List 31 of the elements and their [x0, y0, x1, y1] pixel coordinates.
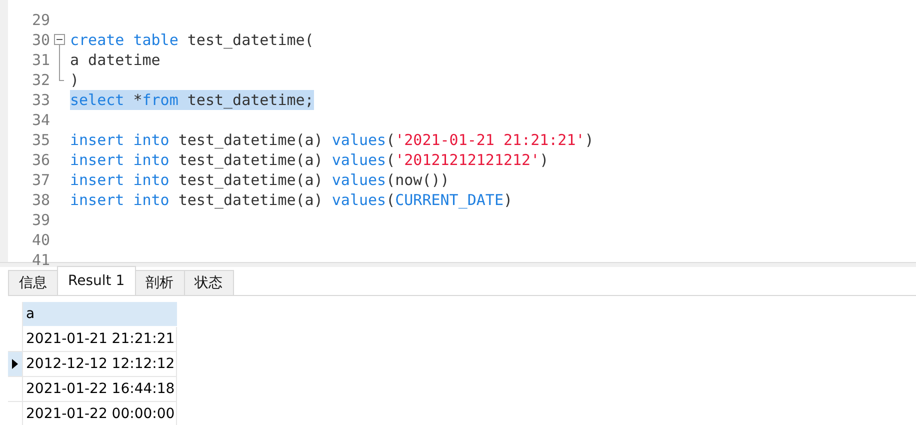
line-number: 38	[30, 191, 50, 209]
code-line: )	[70, 70, 80, 90]
table-cell: 2021-01-22 16:44:18	[23, 377, 177, 402]
line-number: 33	[30, 91, 50, 109]
fold-end	[59, 70, 65, 81]
result-tab[interactable]: 剖析	[134, 270, 185, 295]
line-number: 34	[30, 111, 50, 129]
line-number: 29	[30, 11, 50, 29]
line-number: 30	[30, 31, 50, 49]
table-cell: 2012-12-12 12:12:12	[23, 352, 177, 377]
line-number: 35	[30, 131, 50, 149]
code-line: insert into test_datetime(a) values(now())	[70, 170, 450, 190]
code-line: insert into test_datetime(a) values('2021-01-21 21:21:21')	[70, 130, 594, 150]
result-tab[interactable]: 信息	[8, 270, 58, 295]
line-number: 40	[30, 231, 50, 249]
line-number: 37	[30, 171, 50, 189]
code-line: insert into test_datetime(a) values(CURRENT_DATE)	[70, 190, 513, 210]
line-number: 39	[30, 211, 50, 229]
line-number: 32	[30, 71, 50, 89]
code-line: insert into test_datetime(a) values('20121212121212')	[70, 150, 549, 170]
code-line: a datetime	[70, 50, 160, 70]
line-number: 36	[30, 151, 50, 169]
row-indicator[interactable]	[8, 352, 23, 377]
line-number: 31	[30, 51, 50, 69]
line-number: 41	[30, 251, 50, 269]
code-line: create table test_datetime(	[70, 30, 314, 50]
table-cell: 2021-01-22 00:00:00	[23, 402, 177, 425]
table-cell: 2021-01-21 21:21:21	[23, 327, 177, 352]
result-tab[interactable]: 状态	[184, 270, 234, 295]
column-header[interactable]: a	[23, 302, 177, 327]
current-row-icon	[12, 359, 18, 369]
